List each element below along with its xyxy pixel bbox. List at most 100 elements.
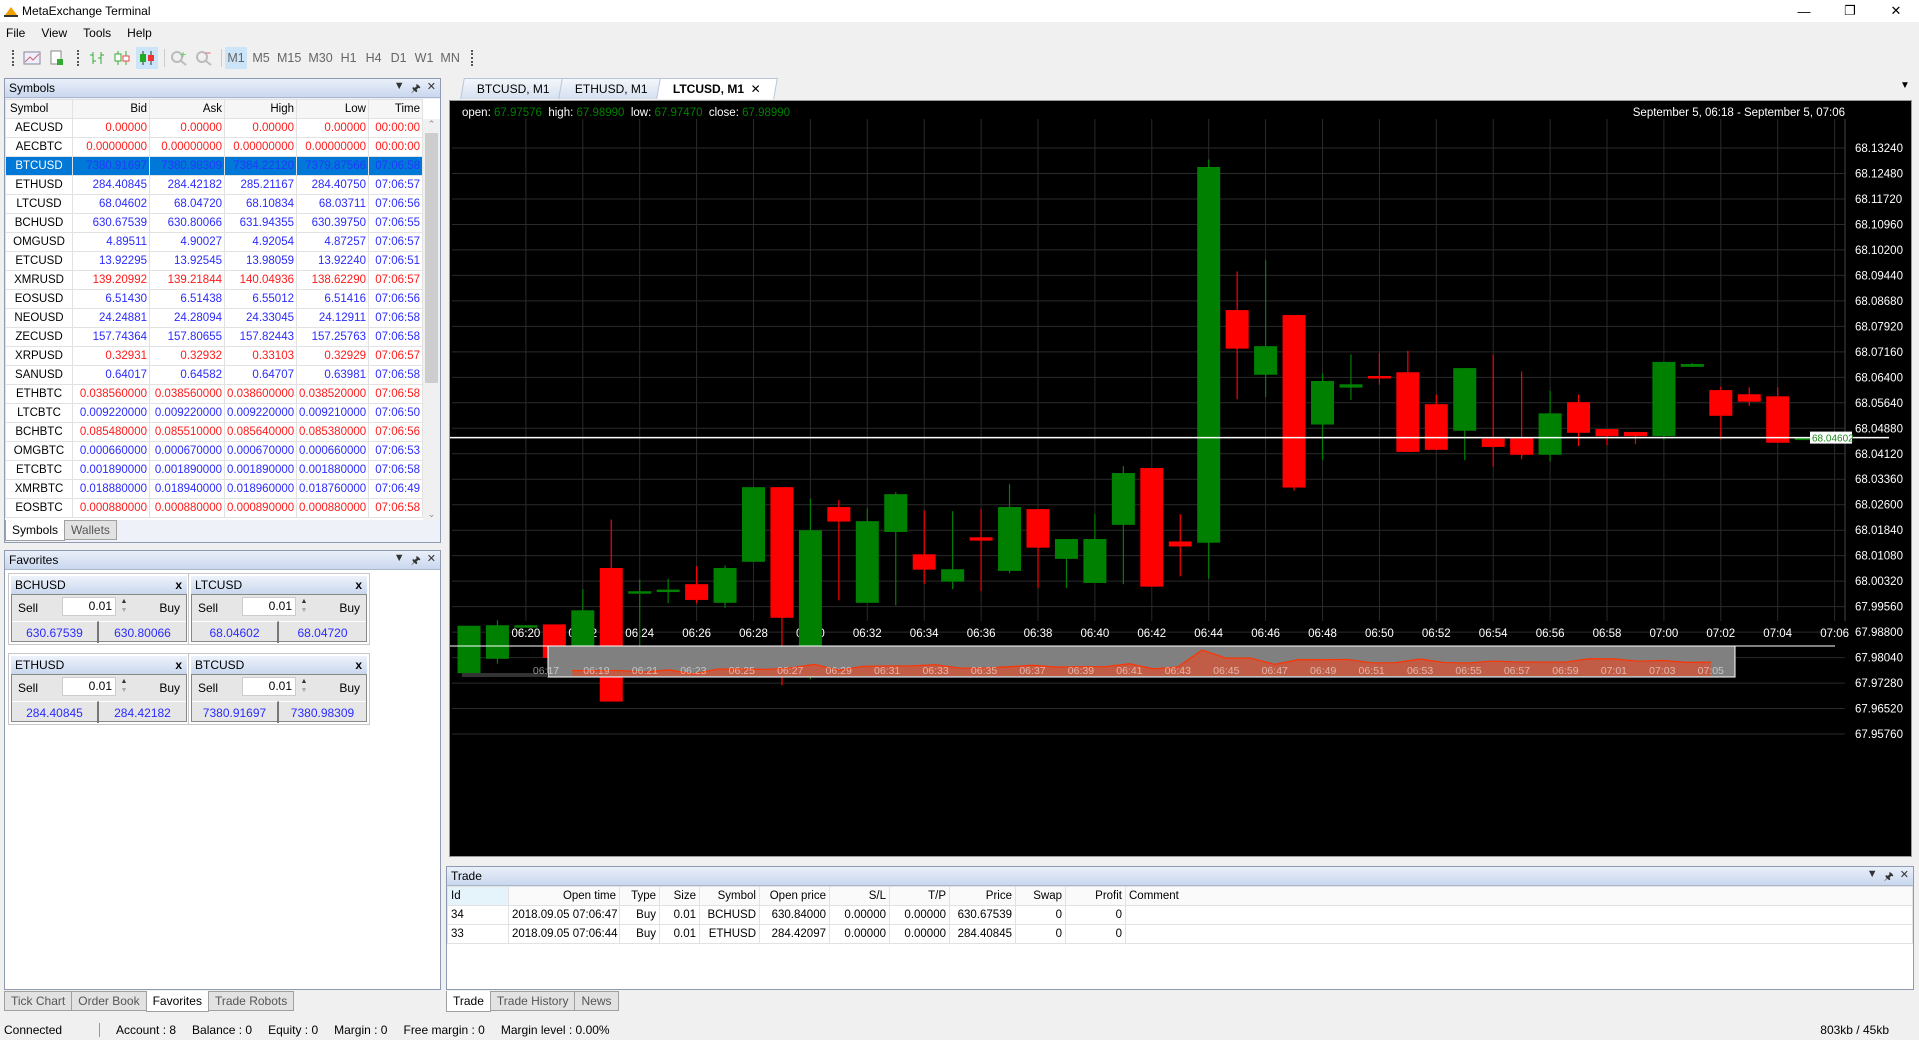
- candle[interactable]: [1396, 350, 1420, 452]
- candle[interactable]: [485, 620, 509, 664]
- timeframe-mn[interactable]: MN: [438, 47, 461, 69]
- candle[interactable]: [1510, 371, 1534, 460]
- candle[interactable]: [969, 509, 993, 592]
- candle[interactable]: [1054, 538, 1078, 588]
- tab-tick-chart[interactable]: Tick Chart: [4, 991, 73, 1011]
- symbol-row[interactable]: XMRBTC 0.018880000 0.018940000 0.018960000 0…: [5, 479, 423, 499]
- column-header-open-price[interactable]: Open price: [759, 886, 830, 906]
- dropdown-icon[interactable]: ▼: [394, 552, 405, 571]
- candle[interactable]: [1083, 514, 1107, 583]
- candle[interactable]: [1709, 386, 1733, 440]
- column-header-symbol[interactable]: Symbol: [699, 886, 760, 906]
- pin-icon[interactable]: 🖈: [1884, 868, 1894, 887]
- candle[interactable]: [1538, 390, 1562, 462]
- candle[interactable]: [1652, 361, 1676, 440]
- new-chart-icon[interactable]: [21, 47, 43, 69]
- menu-tools[interactable]: Tools: [83, 26, 111, 40]
- candle[interactable]: [912, 510, 936, 584]
- symbol-row[interactable]: AECUSD 0.00000 0.00000 0.00000 0.00000 00:00:…: [5, 118, 423, 138]
- close-window-button[interactable]: ✕: [1873, 0, 1919, 22]
- chart-tab[interactable]: LTCUSD, M1 ✕: [656, 78, 778, 99]
- quantity-stepper[interactable]: ▲ ▼: [116, 677, 132, 696]
- chart-tab[interactable]: BTCUSD, M1: [460, 78, 567, 99]
- candle[interactable]: [1481, 354, 1505, 467]
- symbol-row[interactable]: XMRUSD 139.20992 139.21844 140.04936 138.622…: [5, 270, 423, 290]
- dropdown-icon[interactable]: ▼: [394, 80, 405, 99]
- column-header-high[interactable]: High: [224, 99, 297, 119]
- column-header-bid[interactable]: Bid: [72, 99, 150, 119]
- candle[interactable]: [827, 499, 851, 601]
- buy-button[interactable]: 68.04720: [279, 621, 366, 643]
- candlestick-icon[interactable]: [136, 47, 158, 69]
- symbol-row[interactable]: EOSUSD 6.51430 6.51438 6.55012 6.51416 07:06:…: [5, 289, 423, 309]
- sell-button[interactable]: 7380.91697: [192, 701, 279, 723]
- quantity-input[interactable]: 0.01: [62, 677, 116, 696]
- symbol-row[interactable]: LTCBTC 0.009220000 0.009220000 0.009220000 0…: [5, 403, 423, 423]
- symbols-scrollbar[interactable]: ⌃ ⌄: [423, 119, 440, 520]
- close-icon[interactable]: ✕: [427, 80, 436, 99]
- buy-button[interactable]: 630.80066: [99, 621, 186, 643]
- column-header-ask[interactable]: Ask: [149, 99, 225, 119]
- quantity-input[interactable]: 0.01: [62, 597, 116, 616]
- tab-symbols[interactable]: Symbols: [5, 520, 66, 541]
- symbol-row[interactable]: LTCUSD 68.04602 68.04720 68.10834 68.03711 07…: [5, 194, 423, 214]
- column-header-profit[interactable]: Profit: [1065, 886, 1126, 906]
- toolbar-grip[interactable]: [77, 50, 80, 66]
- symbol-row[interactable]: ETCBTC 0.001890000 0.001890000 0.001890000 0…: [5, 460, 423, 480]
- candle[interactable]: [1140, 468, 1164, 587]
- candle[interactable]: [656, 578, 680, 604]
- column-header-open-time[interactable]: Open time: [508, 886, 620, 906]
- column-header-s-l[interactable]: S/L: [829, 886, 890, 906]
- pin-icon[interactable]: 🖈: [411, 552, 421, 571]
- candle[interactable]: [1680, 363, 1704, 367]
- menu-help[interactable]: Help: [127, 26, 152, 40]
- timeframe-m30[interactable]: M30: [306, 47, 334, 69]
- candle[interactable]: [713, 565, 737, 608]
- symbol-row[interactable]: ETHUSD 284.40845 284.42182 285.21167 284.407…: [5, 175, 423, 195]
- quantity-stepper[interactable]: ▲ ▼: [116, 597, 132, 616]
- candle[interactable]: [1026, 509, 1050, 588]
- column-header-low[interactable]: Low: [296, 99, 369, 119]
- timeframe-m5[interactable]: M5: [250, 47, 272, 69]
- timeframe-d1[interactable]: D1: [388, 47, 410, 69]
- close-icon[interactable]: ✕: [427, 552, 436, 571]
- column-header-swap[interactable]: Swap: [1015, 886, 1066, 906]
- sell-button[interactable]: 68.04602: [192, 621, 279, 643]
- toolbar-grip[interactable]: [470, 50, 474, 66]
- buy-button[interactable]: 7380.98309: [279, 701, 366, 723]
- candle[interactable]: [998, 484, 1022, 574]
- tab-news[interactable]: News: [574, 991, 619, 1011]
- quantity-input[interactable]: 0.01: [242, 597, 296, 616]
- candle[interactable]: [884, 492, 908, 606]
- symbol-row[interactable]: ETHBTC 0.038560000 0.038560000 0.038600000 0…: [5, 384, 423, 404]
- candle[interactable]: [1453, 368, 1477, 461]
- candle-outline-icon[interactable]: [111, 47, 133, 69]
- minimize-button[interactable]: —: [1781, 0, 1827, 22]
- candle[interactable]: [1282, 315, 1306, 491]
- candle[interactable]: [685, 566, 709, 604]
- candle[interactable]: [1311, 373, 1334, 461]
- trade-row[interactable]: 33 2018.09.05 07:06:44 Buy 0.01 ETHUSD 284.42…: [447, 924, 1913, 944]
- tabs-dropdown-icon[interactable]: ▼: [1900, 80, 1910, 91]
- quantity-input[interactable]: 0.01: [242, 677, 296, 696]
- buy-button[interactable]: 284.42182: [99, 701, 186, 723]
- symbol-row[interactable]: BCHUSD 630.67539 630.80066 631.94355 630.397…: [5, 213, 423, 233]
- candle[interactable]: [1168, 514, 1192, 577]
- tab-wallets[interactable]: Wallets: [64, 520, 117, 540]
- candle[interactable]: [855, 508, 879, 603]
- tab-trade[interactable]: Trade: [446, 991, 491, 1012]
- sell-button[interactable]: 630.67539: [12, 621, 99, 643]
- timeframe-w1[interactable]: W1: [413, 47, 436, 69]
- quantity-stepper[interactable]: ▲ ▼: [296, 677, 312, 696]
- symbol-row[interactable]: OMGBTC 0.000660000 0.000670000 0.000670000 0…: [5, 441, 423, 461]
- tab-favorites[interactable]: Favorites: [145, 991, 209, 1012]
- symbol-row[interactable]: ETCUSD 13.92295 13.92545 13.98059 13.92240 07…: [5, 251, 423, 271]
- candle[interactable]: [1567, 394, 1591, 447]
- column-header-t-p[interactable]: T/P: [889, 886, 950, 906]
- symbol-row[interactable]: ZECUSD 157.74364 157.80655 157.82443 157.257…: [5, 327, 423, 347]
- symbol-row[interactable]: AECBTC 0.00000000 0.00000000 0.00000000 0.00…: [5, 137, 423, 157]
- timeframe-m15[interactable]: M15: [275, 47, 303, 69]
- close-card-icon[interactable]: x: [175, 578, 182, 592]
- column-header-id[interactable]: Id: [447, 886, 509, 906]
- symbol-row[interactable]: NEOUSD 24.24881 24.28094 24.33045 24.12911 07…: [5, 308, 423, 328]
